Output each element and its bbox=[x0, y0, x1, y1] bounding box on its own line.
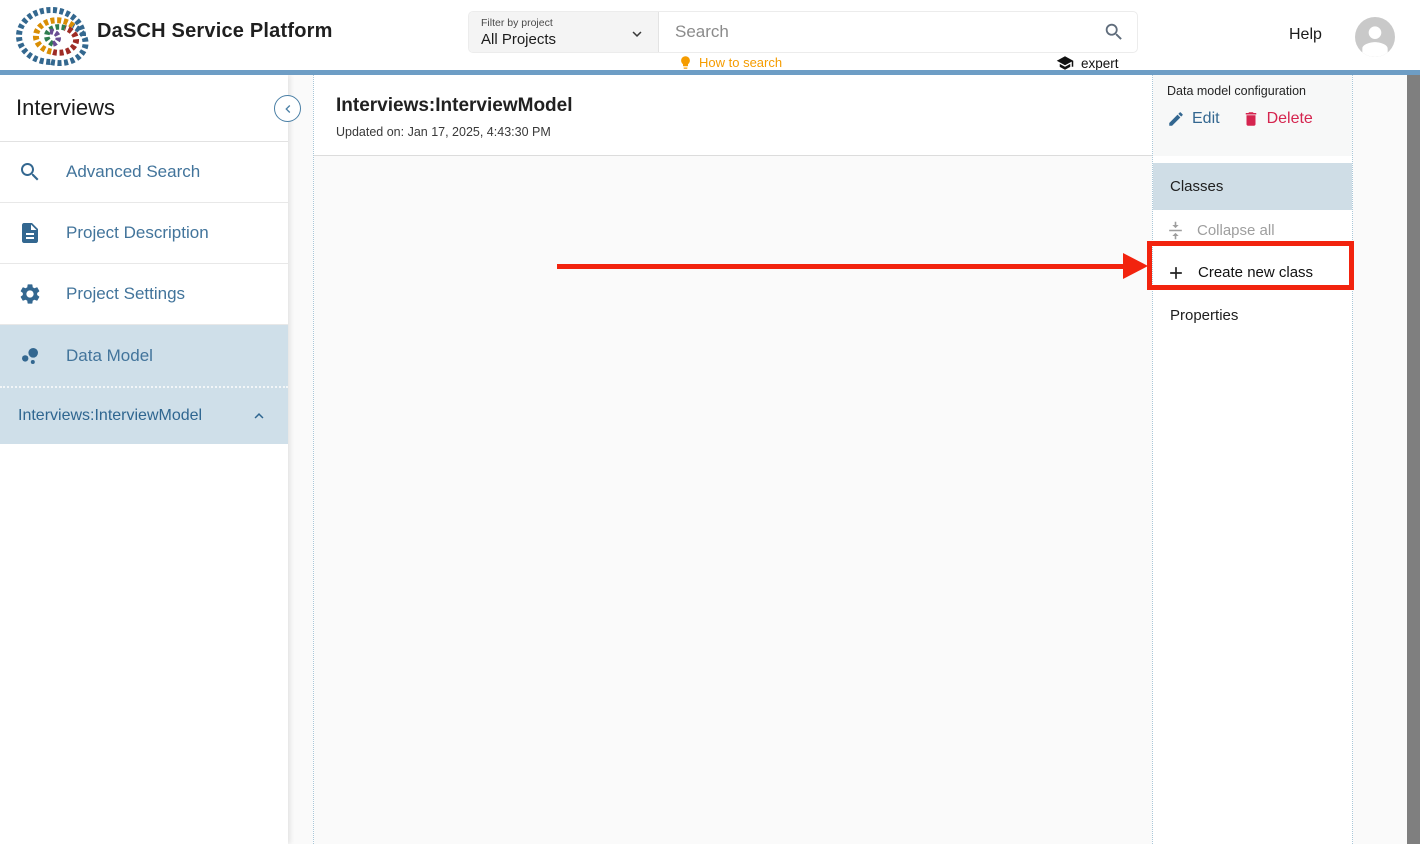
lightbulb-icon bbox=[678, 55, 693, 70]
delete-label: Delete bbox=[1267, 110, 1313, 128]
delete-button[interactable]: Delete bbox=[1242, 110, 1313, 128]
data-model-config-panel: Data model configuration Edit Delete Cla… bbox=[1153, 75, 1352, 844]
filter-label: Filter by project bbox=[481, 17, 648, 29]
edit-label: Edit bbox=[1192, 110, 1220, 128]
data-model-updated-timestamp: Updated on: Jan 17, 2025, 4:43:30 PM bbox=[336, 125, 1152, 139]
window-scrollbar[interactable] bbox=[1407, 75, 1420, 844]
chevron-up-icon bbox=[250, 407, 268, 425]
header-accent-bar bbox=[0, 70, 1420, 75]
collapse-all-button[interactable]: Collapse all bbox=[1153, 210, 1352, 251]
search-field bbox=[659, 12, 1137, 52]
main-content-area bbox=[314, 75, 1152, 844]
config-panel-actions: Edit Delete bbox=[1167, 110, 1338, 128]
expert-label: expert bbox=[1081, 56, 1119, 71]
chevron-down-icon bbox=[628, 25, 646, 43]
user-avatar[interactable] bbox=[1355, 17, 1395, 57]
data-model-title: Interviews:InterviewModel bbox=[336, 95, 1152, 117]
search-icon[interactable] bbox=[1103, 21, 1125, 43]
collapse-sidebar-button[interactable] bbox=[274, 95, 301, 122]
app-header: DaSCH Service Platform Filter by project… bbox=[0, 0, 1420, 70]
search-input[interactable] bbox=[675, 22, 1103, 42]
collapse-vertical-icon bbox=[1166, 221, 1185, 240]
edit-button[interactable]: Edit bbox=[1167, 110, 1220, 128]
gear-icon bbox=[18, 282, 42, 306]
plus-icon bbox=[1166, 263, 1186, 283]
sidebar-item-label: Project Description bbox=[66, 223, 209, 243]
document-icon bbox=[18, 221, 42, 245]
sidebar-item-advanced-search[interactable]: Advanced Search bbox=[0, 142, 288, 203]
dasch-logo[interactable] bbox=[13, 6, 89, 66]
search-bar: Filter by project All Projects bbox=[468, 11, 1138, 53]
project-filter-select[interactable]: Filter by project All Projects bbox=[469, 12, 659, 52]
how-to-search-link[interactable]: How to search bbox=[678, 55, 782, 70]
create-new-class-button[interactable]: Create new class bbox=[1153, 251, 1352, 294]
filter-selected-value: All Projects bbox=[481, 31, 648, 48]
sidebar-item-label: Project Settings bbox=[66, 284, 185, 304]
project-title: Interviews bbox=[16, 95, 288, 121]
project-sidebar: Interviews Advanced Search Project Descr… bbox=[0, 75, 288, 844]
sidebar-item-project-description[interactable]: Project Description bbox=[0, 203, 288, 264]
config-panel-top: Data model configuration Edit Delete bbox=[1153, 75, 1352, 156]
trash-icon bbox=[1242, 110, 1260, 128]
sidebar-item-label: Data Model bbox=[66, 346, 153, 366]
right-margin-strip bbox=[1353, 75, 1407, 844]
config-panel-title: Data model configuration bbox=[1167, 84, 1338, 98]
sidebar-item-project-settings[interactable]: Project Settings bbox=[0, 264, 288, 325]
create-new-class-label: Create new class bbox=[1198, 264, 1313, 281]
collapse-all-label: Collapse all bbox=[1197, 222, 1275, 239]
app-title: DaSCH Service Platform bbox=[97, 20, 333, 43]
sidebar-subitem-interview-model[interactable]: Interviews:InterviewModel bbox=[0, 386, 288, 444]
sidebar-item-label: Advanced Search bbox=[66, 162, 200, 182]
properties-section-header[interactable]: Properties bbox=[1153, 294, 1352, 336]
data-model-heading-block: Interviews:InterviewModel Updated on: Ja… bbox=[314, 75, 1152, 156]
search-icon bbox=[18, 160, 42, 184]
sidebar-item-data-model[interactable]: Data Model bbox=[0, 325, 288, 386]
bubble-chart-icon bbox=[18, 344, 42, 368]
pencil-icon bbox=[1167, 110, 1185, 128]
how-to-search-label: How to search bbox=[699, 55, 782, 70]
data-model-name: Interviews:InterviewModel bbox=[18, 407, 202, 425]
classes-section-header[interactable]: Classes bbox=[1153, 163, 1352, 210]
help-button[interactable]: Help bbox=[1289, 26, 1322, 44]
sidebar-header: Interviews bbox=[0, 75, 288, 142]
sidebar-gutter bbox=[288, 75, 313, 844]
